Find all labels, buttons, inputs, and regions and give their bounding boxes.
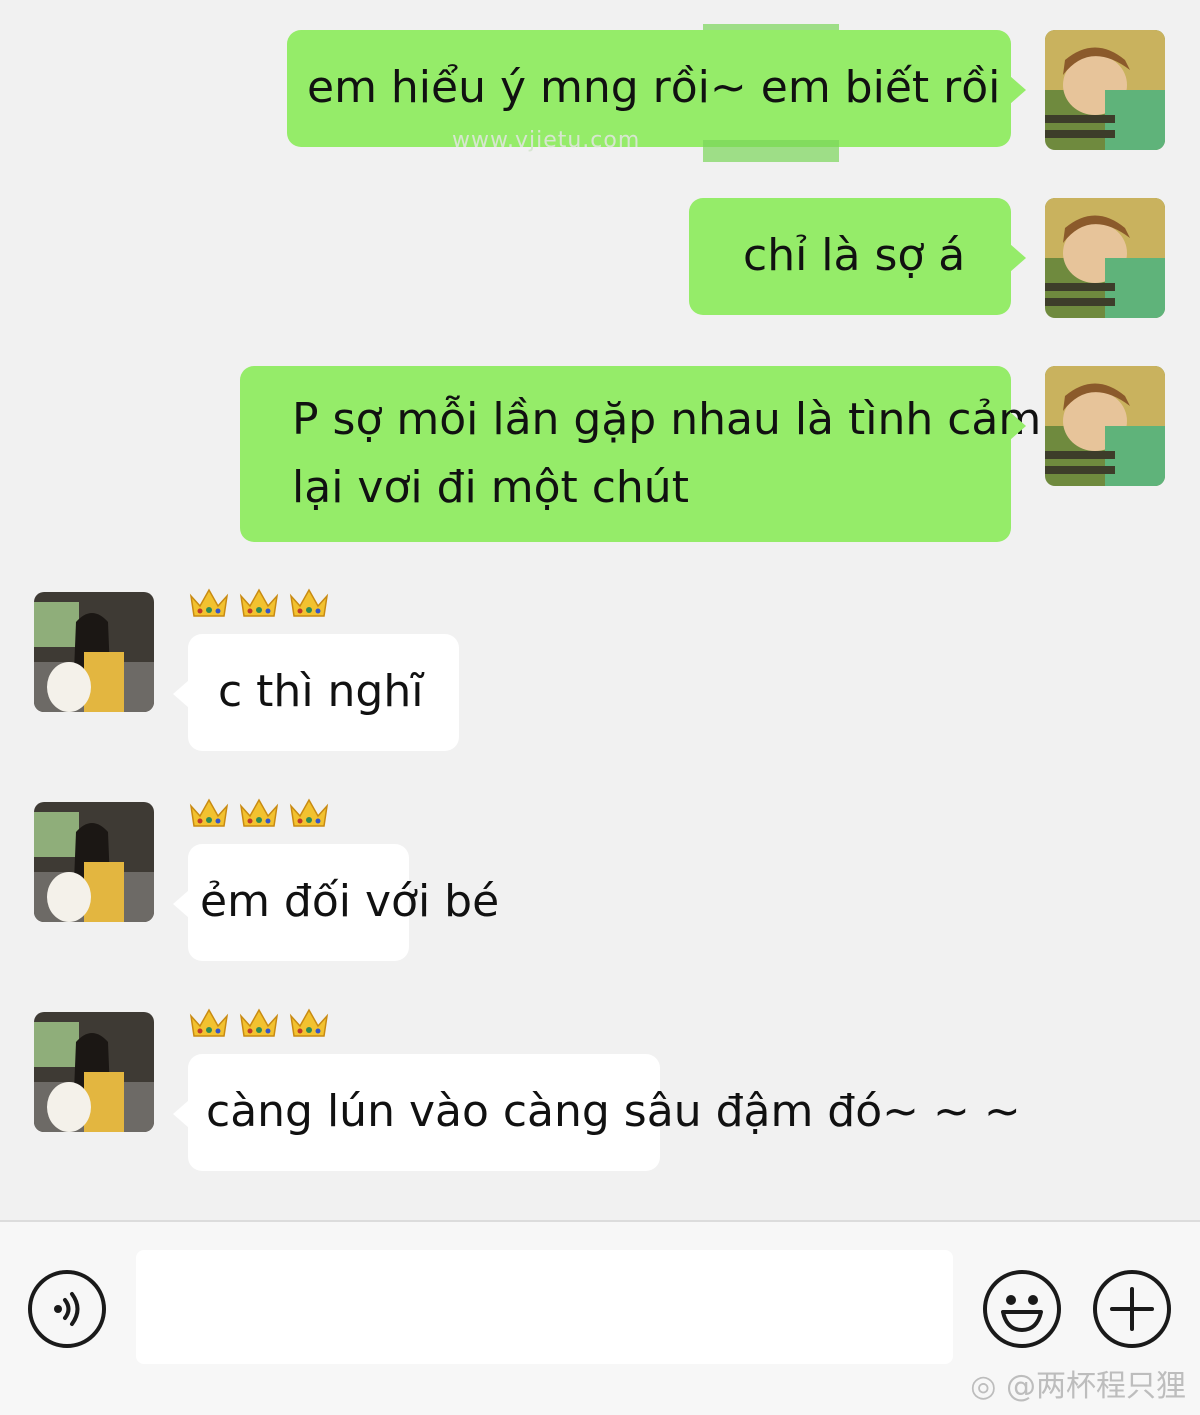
avatar-contact[interactable] (34, 592, 154, 712)
crown-icon (289, 588, 329, 617)
crown-icon (289, 798, 329, 827)
credit-text: @两杯程只狸 (1006, 1369, 1186, 1404)
crown-badges (188, 1006, 330, 1042)
voice-icon (54, 1292, 80, 1326)
crown-badges (188, 586, 330, 622)
avatar-girl-image (34, 592, 154, 712)
crown-icon (189, 588, 229, 617)
avatar-boy-image (1045, 198, 1165, 318)
message-text-line: lại vơi đi một chút (292, 462, 689, 513)
message-bubble-outgoing[interactable]: em hiểu ý mng rồi~ em biết rồi (287, 30, 1026, 147)
avatar-boy-image (1045, 30, 1165, 150)
message-bubble-outgoing[interactable]: P sợ mỗi lần gặp nhau là tình cảm lại vơ… (240, 366, 1041, 542)
message-text-line: P sợ mỗi lần gặp nhau là tình cảm (292, 394, 1042, 445)
chat-area: em hiểu ý mng rồi~ em biết rồi www.vjiet… (0, 0, 1200, 1220)
message-bubble-incoming[interactable]: c thì nghĩ (173, 634, 459, 751)
crown-icon (239, 1008, 279, 1037)
plus-icon (1110, 1287, 1154, 1331)
emoji-button[interactable] (983, 1270, 1061, 1348)
emoji-icon (1001, 1295, 1043, 1332)
watermark-text: www.vjietu.com (452, 128, 641, 153)
input-bar: ◎ @两杯程只狸 (0, 1220, 1200, 1415)
crown-icon (239, 798, 279, 827)
message-text: ẻm đối với bé (200, 876, 500, 927)
crown-icon (239, 588, 279, 617)
crown-badges (188, 796, 330, 832)
crown-icon (189, 798, 229, 827)
avatar-self[interactable] (1045, 30, 1165, 150)
weibo-icon: ◎ (970, 1369, 997, 1404)
message-bubble-outgoing[interactable]: chỉ là sợ á (689, 198, 1026, 315)
avatar-self[interactable] (1045, 366, 1165, 486)
tape-decoration (703, 140, 839, 162)
avatar-boy-image (1045, 366, 1165, 486)
message-input[interactable] (136, 1250, 953, 1364)
avatar-contact[interactable] (34, 1012, 154, 1132)
crown-icon (189, 1008, 229, 1037)
avatar-girl-image (34, 802, 154, 922)
avatar-self[interactable] (1045, 198, 1165, 318)
message-text: c thì nghĩ (218, 666, 424, 717)
message-text: chỉ là sợ á (743, 230, 966, 281)
plus-button[interactable] (1093, 1270, 1171, 1348)
avatar-girl-image (34, 1012, 154, 1132)
message-bubble-incoming[interactable]: càng lún vào càng sâu đậm đó~ ~ ~ (173, 1054, 1021, 1171)
message-bubble-incoming[interactable]: ẻm đối với bé (173, 844, 499, 961)
credit-watermark: ◎ @两杯程只狸 (970, 1361, 1186, 1405)
crown-icon (289, 1008, 329, 1037)
avatar-contact[interactable] (34, 802, 154, 922)
voice-button[interactable] (28, 1270, 106, 1348)
message-text: em hiểu ý mng rồi~ em biết rồi (307, 62, 1001, 113)
message-text: càng lún vào càng sâu đậm đó~ ~ ~ (206, 1086, 1021, 1137)
